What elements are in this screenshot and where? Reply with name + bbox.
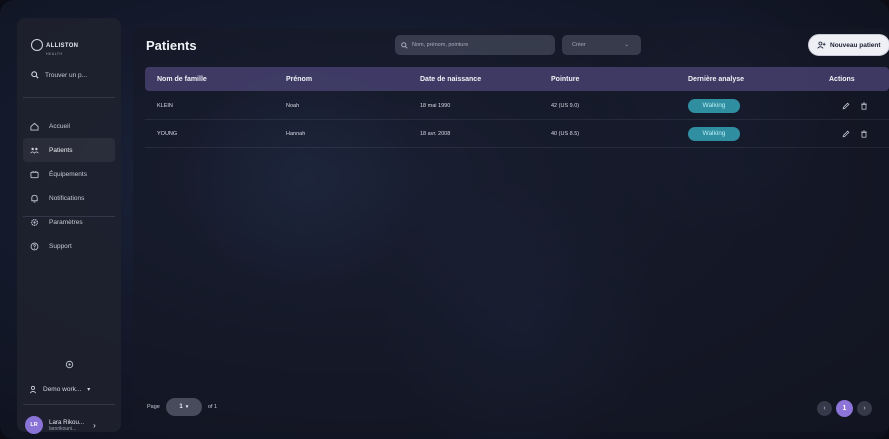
support-icon <box>30 242 39 251</box>
table-row[interactable]: KLEIN Noah 18 mai 1990 42 (US 9.0) Walki… <box>145 92 889 120</box>
cell-last-name: YOUNG <box>157 130 178 137</box>
page-title: Patients <box>146 38 197 53</box>
sidebar-item-equipements[interactable]: Équipements <box>23 162 115 186</box>
analysis-badge[interactable]: Walking <box>688 98 740 113</box>
sidebar-search[interactable]: Trouver un p... <box>23 65 115 85</box>
sidebar-item-support[interactable]: Support <box>23 234 115 258</box>
analysis-badge[interactable]: Walking <box>688 126 740 141</box>
pagination: ‹ 1 › <box>817 400 872 417</box>
sidebar-item-label: Notifications <box>49 194 85 202</box>
table-header: Nom de famille Prénom Date de naissance … <box>145 67 889 91</box>
user-name: Lara Rikou... <box>49 418 85 426</box>
column-header-pointure[interactable]: Pointure <box>551 76 579 83</box>
row-actions <box>842 102 868 110</box>
user-icon <box>29 385 37 394</box>
workspace-selector[interactable]: Demo work... ▾ <box>29 385 90 394</box>
add-user-icon <box>817 41 826 49</box>
chevron-down-icon: ▾ <box>87 387 91 393</box>
column-header-date-naissance[interactable]: Date de naissance <box>420 76 481 83</box>
home-icon <box>30 122 39 131</box>
sidebar-nav: Accueil Patients Équipements Notificatio… <box>23 114 115 258</box>
cell-shoe-size: 42 (US 9.0) <box>551 102 580 109</box>
sidebar-item-patients[interactable]: Patients <box>23 138 115 162</box>
sidebar-item-label: Accueil <box>49 122 70 130</box>
edit-icon[interactable] <box>842 102 850 110</box>
divider <box>23 97 115 98</box>
current-page-button[interactable]: 1 <box>836 400 853 417</box>
chevron-down-icon: ▾ <box>185 404 189 410</box>
patients-icon <box>30 146 39 155</box>
search-icon <box>401 41 408 49</box>
select-value: Créer <box>572 42 586 48</box>
workspace-name: Demo work... <box>43 386 82 393</box>
page-value: 1 <box>179 404 183 410</box>
new-patient-button[interactable]: Nouveau patient <box>808 34 889 56</box>
bell-icon <box>30 194 39 203</box>
cell-first-name: Noah <box>286 102 300 109</box>
column-header-actions: Actions <box>829 75 855 83</box>
sidebar-search-label: Trouver un p... <box>45 71 88 79</box>
table-row[interactable]: YOUNG Hannah 18 avr. 2008 40 (US 8.5) Wa… <box>145 120 889 148</box>
user-email: larorikouni... <box>49 425 77 432</box>
page-label: Page <box>147 404 160 410</box>
user-info: Lara Rikou... larorikouni... <box>49 419 84 432</box>
main-panel: Patients Nom, prénom, pointure Créer ⌄ N… <box>133 28 889 432</box>
logo-mark-icon <box>31 39 43 51</box>
avatar: LR <box>25 416 43 434</box>
sidebar-item-label: Support <box>49 242 72 250</box>
user-profile[interactable]: LR Lara Rikou... larorikouni... › <box>25 416 96 434</box>
page-selector: Page 1 ▾ of 1 <box>147 398 217 416</box>
sidebar-item-label: Équipements <box>49 170 87 178</box>
cell-birth-date: 18 avr. 2008 <box>420 130 451 137</box>
search-placeholder: Nom, prénom, pointure <box>412 42 469 48</box>
column-header-prenom[interactable]: Prénom <box>286 76 312 83</box>
cell-first-name: Hannah <box>286 130 306 137</box>
prev-page-button[interactable]: ‹ <box>817 401 832 416</box>
brand-logo[interactable]: ALLISTON HEALTH <box>31 34 78 56</box>
trash-icon[interactable] <box>860 130 868 138</box>
badge-label: Walking <box>688 126 740 141</box>
equipment-icon <box>30 170 39 179</box>
page-of-label: of 1 <box>207 404 218 410</box>
cell-birth-date: 18 mai 1990 <box>420 102 451 109</box>
search-icon <box>31 71 39 79</box>
badge-label: Walking <box>688 98 740 113</box>
divider <box>23 216 115 217</box>
trash-icon[interactable] <box>860 102 868 110</box>
brand-sub: HEALTH <box>46 52 63 56</box>
chevron-down-icon: ⌄ <box>624 42 629 48</box>
brand-text: ALLISTON HEALTH <box>46 34 78 56</box>
row-actions <box>842 130 868 138</box>
sidebar-item-label: Patients <box>49 146 73 154</box>
sidebar-item-label: Paramètres <box>49 218 83 226</box>
divider <box>23 404 115 405</box>
new-patient-label: Nouveau patient <box>830 41 881 49</box>
sidebar: ALLISTON HEALTH Trouver un p... Accueil … <box>17 18 121 434</box>
cell-last-name: KLEIN <box>157 102 173 109</box>
cell-shoe-size: 40 (US 8.5) <box>551 130 580 137</box>
column-header-derniere-analyse[interactable]: Dernière analyse <box>688 76 744 83</box>
search-input[interactable]: Nom, prénom, pointure <box>395 35 555 55</box>
gear-icon <box>30 218 39 227</box>
page-dropdown[interactable]: 1 ▾ <box>165 398 202 416</box>
create-select[interactable]: Créer ⌄ <box>562 35 641 55</box>
sidebar-item-parametres[interactable]: Paramètres <box>23 210 115 234</box>
edit-icon[interactable] <box>842 130 850 138</box>
sidebar-item-notifications[interactable]: Notifications <box>23 186 115 210</box>
chevron-right-icon: › <box>93 420 96 430</box>
app-window: ALLISTON HEALTH Trouver un p... Accueil … <box>0 0 889 439</box>
next-page-button[interactable]: › <box>857 401 872 416</box>
sidebar-item-accueil[interactable]: Accueil <box>23 114 115 138</box>
column-header-nom[interactable]: Nom de famille <box>157 76 207 83</box>
brand-name: ALLISTON <box>46 43 79 49</box>
settings-small-icon[interactable] <box>65 360 74 369</box>
